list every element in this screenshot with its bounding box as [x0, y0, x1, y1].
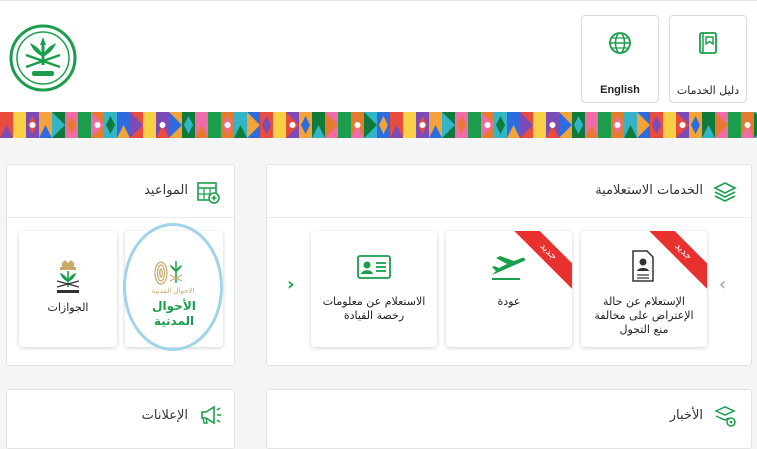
- news-panel: الأخبار: [266, 389, 752, 449]
- appointment-label: الجوازات: [47, 301, 89, 314]
- decorative-pattern-banner: [0, 112, 757, 138]
- appointments-panel-header: المواعيد: [7, 165, 234, 218]
- language-button[interactable]: English: [581, 15, 659, 103]
- service-card-objection-inquiry[interactable]: جديد الإستعلام عن حالة الإعتراض على مخال…: [581, 231, 707, 347]
- services-guide-label: دليل الخدمات: [676, 84, 740, 97]
- services-guide-button[interactable]: دليل الخدمات: [669, 15, 747, 103]
- id-card-icon: [357, 255, 391, 283]
- language-label: English: [600, 84, 640, 96]
- news-panel-title: الأخبار: [669, 408, 703, 423]
- service-label: عودة: [497, 295, 521, 308]
- book-icon: [670, 30, 746, 58]
- announcements-panel-title: الإعلانات: [141, 408, 188, 423]
- inquiry-services-panel: الخدمات الاستعلامية ‹ › جديد الإستعلام ع…: [266, 164, 752, 366]
- appointment-card-civil-affairs[interactable]: الاحوال المدنية الأحوال المدنية: [125, 231, 223, 347]
- announcements-panel: الإعلانات: [6, 389, 235, 449]
- megaphone-icon: [196, 405, 222, 429]
- appointment-label: الأحوال المدنية: [152, 299, 196, 328]
- appointment-card-passports[interactable]: الجوازات: [19, 231, 117, 347]
- service-card-license-inquiry[interactable]: الاستعلام عن معلومات رخصة القيادة: [311, 231, 437, 347]
- service-card-return[interactable]: جديد عودة: [446, 231, 572, 347]
- carousel-prev-arrow[interactable]: ›: [287, 275, 294, 295]
- inquiry-panel-title: الخدمات الاستعلامية: [595, 183, 703, 198]
- service-label: الاستعلام عن معلومات رخصة القيادة: [322, 295, 426, 322]
- appointments-panel-title: المواعيد: [144, 183, 188, 198]
- appointments-panel: المواعيد الاحوال المدنية الأحوال المدنية…: [6, 164, 235, 366]
- globe-icon: [582, 30, 658, 58]
- inquiry-panel-header: الخدمات الاستعلامية: [267, 165, 751, 218]
- airplane-icon: [490, 255, 526, 285]
- layers-icon: [713, 181, 737, 207]
- calendar-add-icon: [196, 180, 220, 208]
- saudi-emblem-icon[interactable]: [8, 23, 78, 93]
- document-person-icon: [630, 249, 656, 287]
- passports-logo-icon: [51, 259, 85, 299]
- news-gear-icon: [713, 404, 737, 432]
- civil-affairs-logo-caption: الاحوال المدنية: [151, 287, 195, 295]
- carousel-next-arrow[interactable]: ‹: [719, 275, 726, 295]
- civil-affairs-logo-icon: الاحوال المدنية: [143, 259, 203, 297]
- service-label: الإستعلام عن حالة الإعتراض على مخالفة من…: [594, 295, 694, 336]
- top-header: English دليل الخدمات: [0, 0, 757, 113]
